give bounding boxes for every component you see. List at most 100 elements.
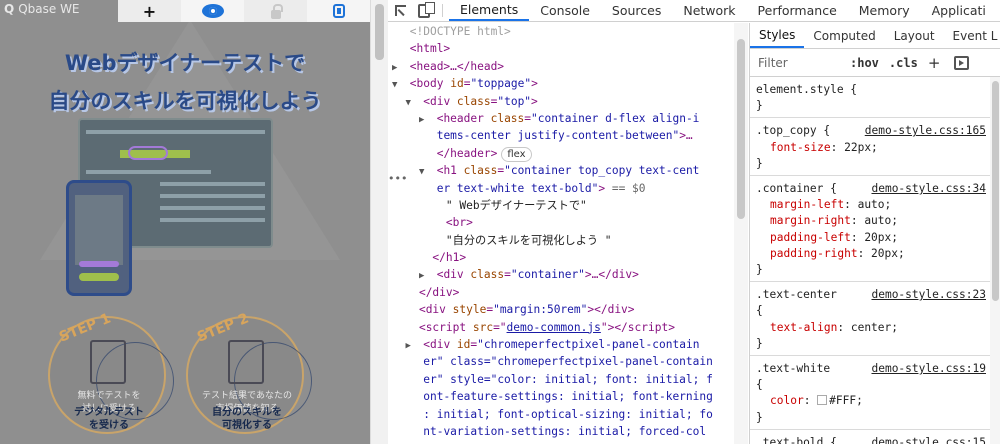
css-property[interactable]: color: #FFF; — [756, 393, 1000, 409]
dom-text-node[interactable]: " Webデザイナーテストで" — [388, 197, 748, 214]
dom-node[interactable]: ▼ <body id="toppage"> — [388, 75, 748, 92]
css-open-brace: { — [756, 378, 763, 392]
styles-scrollbar[interactable] — [990, 77, 1000, 444]
dom-node[interactable]: ▶ <div class="container">…</div> — [388, 266, 748, 283]
css-source-link[interactable]: demo-style.css:19 — [871, 361, 986, 377]
tab-console[interactable]: Console — [529, 0, 601, 21]
dom-node[interactable]: ▶ <head>…</head> — [388, 58, 748, 75]
tab-memory[interactable]: Memory — [848, 0, 921, 21]
tab-styles[interactable]: Styles — [750, 23, 805, 48]
flex-badge[interactable]: flex — [501, 146, 532, 162]
class-toggle-button[interactable]: .cls — [889, 56, 918, 70]
css-source-link[interactable]: demo-style.css:165 — [865, 123, 986, 139]
dom-node-selected[interactable]: ▼ <h1 class="container top_copy text-cen… — [388, 162, 748, 180]
tab-event-listeners[interactable]: Event L — [944, 23, 1000, 48]
css-property-name[interactable]: text-align — [770, 321, 837, 334]
dom-node[interactable]: tems-center justify-content-between">… — [388, 127, 748, 144]
dom-node[interactable]: ▶ <header class="container d-flex align-… — [388, 110, 748, 127]
node-menu-dots[interactable]: ••• — [388, 172, 407, 185]
css-property-name[interactable]: color — [770, 394, 804, 407]
tab-elements[interactable]: Elements — [449, 0, 530, 21]
css-property-name[interactable]: font-size — [770, 141, 831, 154]
css-property-value[interactable]: auto; — [858, 198, 892, 211]
plus-icon: + — [142, 1, 157, 21]
css-property[interactable]: padding-right: 20px; — [756, 246, 1000, 262]
dom-node[interactable]: er" class="chromeperfectpixel-panel-cont… — [388, 353, 748, 370]
phone-screen — [75, 195, 123, 265]
scrollbar-thumb[interactable] — [737, 39, 745, 219]
css-property-value[interactable]: #FFF; — [829, 394, 863, 407]
hero-heading-line1: Webデザイナーテストで — [64, 51, 306, 75]
dom-node[interactable]: <br> — [388, 214, 748, 231]
scrollbar-thumb[interactable] — [375, 4, 384, 60]
invert-button[interactable] — [307, 0, 370, 22]
add-overlay-button[interactable]: + — [118, 0, 181, 22]
dom-node[interactable]: ont-feature-settings: initial; font-kern… — [388, 388, 748, 405]
new-rule-plus-icon[interactable]: + — [928, 54, 941, 72]
tab-layout[interactable]: Layout — [885, 23, 944, 48]
dom-node[interactable]: <!DOCTYPE html> — [388, 23, 748, 40]
css-property-name[interactable]: padding-right — [770, 247, 858, 260]
css-property-value[interactable]: 20px; — [864, 231, 898, 244]
css-source-link[interactable]: demo-style.css:15 — [871, 435, 986, 444]
css-property[interactable]: text-align: center; — [756, 320, 1000, 336]
styles-pane: Styles Computed Layout Event L Filter :h… — [749, 23, 1000, 444]
dom-node[interactable]: </header> flex — [388, 145, 748, 162]
dom-node[interactable]: ▶ <div id="chromeperfectpixel-panel-cont… — [388, 336, 748, 353]
css-rule[interactable]: .text-center demo-style.css:23{text-align… — [750, 282, 1000, 357]
css-source-link[interactable]: demo-style.css:34 — [871, 181, 986, 197]
dom-node[interactable]: <div style="margin:50rem"></div> — [388, 301, 748, 318]
eye-icon — [201, 4, 224, 18]
css-property-value[interactable]: 20px; — [871, 247, 905, 260]
css-selector[interactable]: element.style { — [756, 82, 1000, 98]
dom-text-node[interactable]: "自分のスキルを可視化しよう " — [388, 232, 748, 249]
css-rule[interactable]: .text-white demo-style.css:19{color: #FFF… — [750, 356, 1000, 430]
css-source-link[interactable]: demo-style.css:23 — [871, 287, 986, 303]
css-property[interactable]: margin-right: auto; — [756, 213, 1000, 229]
dom-node[interactable]: er" style="color: initial; font: initial… — [388, 371, 748, 388]
preview-scrollbar[interactable] — [370, 0, 388, 444]
css-rule[interactable]: .top_copy {demo-style.css:165 font-size: … — [750, 118, 1000, 177]
document-icon — [90, 340, 126, 384]
scrollbar-thumb[interactable] — [992, 81, 999, 301]
dom-node[interactable]: nt-variation-settings: initial; forced-c… — [388, 423, 748, 440]
toggle-sidebar-icon[interactable] — [954, 55, 970, 70]
css-rules-list: element.style {} .top_copy {demo-style.cs… — [750, 77, 1000, 444]
css-property-name[interactable]: padding-left — [770, 231, 851, 244]
css-rule[interactable]: element.style {} — [750, 77, 1000, 119]
styles-tabbar: Styles Computed Layout Event L — [750, 23, 1000, 49]
dom-node[interactable]: ▼ <div class="top"> — [388, 93, 748, 110]
device-toolbar-button[interactable] — [412, 0, 436, 21]
tab-application[interactable]: Applicati — [921, 0, 997, 21]
css-property-value[interactable]: 22px; — [844, 141, 878, 154]
site-logo[interactable]: Q Qbase WE — [4, 0, 80, 18]
css-property-value[interactable]: center; — [851, 321, 898, 334]
css-property-value[interactable]: auto; — [864, 214, 898, 227]
dom-node-selected[interactable]: er text-white text-bold"> == $0 — [388, 179, 748, 197]
dom-node[interactable]: </div> — [388, 284, 748, 301]
script-src-link[interactable]: demo-common.js — [507, 321, 601, 334]
color-swatch[interactable] — [817, 395, 828, 406]
dom-node[interactable]: : initial; font-optical-sizing: initial;… — [388, 406, 748, 423]
tab-computed[interactable]: Computed — [804, 23, 884, 48]
css-rule[interactable]: .text-bold {demo-style.css:15 — [750, 430, 1000, 444]
dom-node[interactable]: </h1> — [388, 249, 748, 266]
elements-scrollbar[interactable] — [734, 23, 748, 444]
css-property[interactable]: font-size: 22px; — [756, 140, 1000, 156]
css-property[interactable]: margin-left: auto; — [756, 197, 1000, 213]
tab-performance[interactable]: Performance — [747, 0, 848, 21]
tab-sources[interactable]: Sources — [601, 0, 672, 21]
css-rule[interactable]: .container {demo-style.css:34 margin-left… — [750, 176, 1000, 283]
dom-node[interactable]: <html> — [388, 40, 748, 57]
dom-node[interactable]: <script src="demo-common.js"></script> — [388, 319, 748, 336]
css-property-name[interactable]: margin-right — [770, 214, 851, 227]
hover-state-button[interactable]: :hov — [850, 56, 879, 70]
filter-input[interactable]: Filter — [758, 56, 850, 70]
toggle-visibility-button[interactable] — [181, 0, 244, 22]
lock-button[interactable] — [244, 0, 307, 22]
mockup-bar — [160, 194, 265, 198]
css-property[interactable]: padding-left: 20px; — [756, 230, 1000, 246]
css-property-name[interactable]: margin-left — [770, 198, 844, 211]
tab-network[interactable]: Network — [672, 0, 746, 21]
inspect-element-button[interactable] — [388, 0, 412, 21]
